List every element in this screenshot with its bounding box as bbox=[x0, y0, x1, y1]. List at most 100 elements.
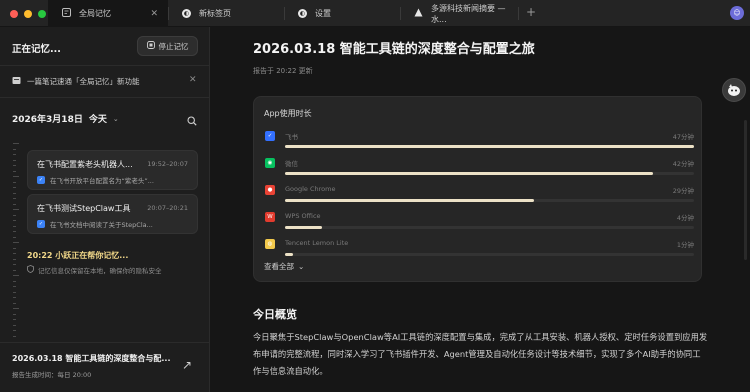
tab-global-memory[interactable]: 全局记忆 ✕ bbox=[48, 0, 168, 27]
tab-divider bbox=[518, 7, 519, 20]
report-panel: 2026.03.18 智能工具链的深度整合与配置之旅 报告于 20:22 更新 … bbox=[211, 27, 750, 392]
card-summary-text: 在飞书开放平台配置名为“紫老头”... bbox=[50, 177, 154, 185]
minimize-window-button[interactable] bbox=[24, 10, 32, 18]
timeline-tick bbox=[13, 291, 16, 293]
timeline-tick bbox=[13, 165, 16, 166]
report-link-title: 2026.03.18 智能工具链的深度整合与配... bbox=[12, 354, 171, 363]
timeline-tick bbox=[13, 236, 16, 238]
see-all-label: 查看全部 bbox=[264, 262, 294, 271]
card-title: 在飞书测试StepClaw工具 bbox=[37, 204, 131, 213]
timeline-tick bbox=[13, 214, 16, 216]
timeline-tick bbox=[13, 209, 19, 210]
app-duration: 1分钟 bbox=[676, 241, 694, 249]
divider bbox=[0, 65, 210, 66]
timeline-tick bbox=[13, 148, 16, 150]
arrow-up-right-icon: ↗ bbox=[182, 358, 193, 372]
timeline-tick bbox=[13, 187, 16, 188]
timeline-tick bbox=[13, 335, 16, 337]
timeline-tick bbox=[13, 308, 19, 309]
app-duration: 29分钟 bbox=[672, 187, 694, 195]
timeline-tick bbox=[13, 198, 16, 199]
timeline-tick bbox=[13, 225, 16, 227]
tab-label: 设置 bbox=[315, 9, 331, 18]
date-selector[interactable]: 2026年3月18日 今天 ⌄ bbox=[12, 112, 119, 126]
timeline-tick bbox=[13, 258, 16, 260]
maximize-window-button[interactable] bbox=[38, 10, 46, 18]
overview-heading: 今日概览 bbox=[253, 308, 297, 321]
card-time: 19:52–20:07 bbox=[147, 160, 188, 168]
usage-bar-fill bbox=[285, 226, 322, 229]
wps-icon: W bbox=[265, 212, 275, 222]
app-usage-row: W WPS Office 4分钟 bbox=[264, 209, 694, 235]
timeline-scale bbox=[13, 143, 19, 338]
tab-news-digest[interactable]: 多源科技新闻摘要 — 水... bbox=[400, 0, 518, 27]
timeline-tick bbox=[13, 286, 16, 287]
new-tab-button[interactable]: + bbox=[526, 5, 536, 19]
timeline-tick bbox=[13, 170, 16, 172]
tab-new-tab[interactable]: ◐ 新标签页 bbox=[168, 0, 284, 27]
profile-avatar-icon[interactable]: ☺ bbox=[730, 6, 744, 20]
note-icon bbox=[12, 76, 21, 87]
usage-bar-track bbox=[285, 253, 694, 256]
timeline-tick bbox=[13, 302, 16, 304]
privacy-note-text: 记忆信息仅保留在本地，确保你的隐私安全 bbox=[38, 267, 162, 275]
stop-icon bbox=[146, 41, 155, 51]
close-tab-icon[interactable]: ✕ bbox=[150, 9, 158, 19]
app-usage-card: App使用时长 ✓ 飞书 47分钟 ◉ 微信 42分钟 ● Google Chrome 29分钟… bbox=[253, 96, 702, 282]
sidebar-title: 正在记忆... bbox=[12, 44, 61, 55]
memory-card[interactable]: 在飞书测试StepClaw工具 20:07–20:21 ✓ 在飞书文档中阅读了关… bbox=[27, 194, 198, 234]
timeline-tick bbox=[13, 313, 16, 315]
timeline-tick bbox=[13, 247, 16, 249]
scrollbar[interactable] bbox=[744, 120, 747, 260]
timeline-tick bbox=[13, 143, 19, 144]
chevron-down-icon: ⌄ bbox=[298, 262, 305, 271]
tab-label: 全局记忆 bbox=[79, 9, 111, 18]
timeline-tick bbox=[13, 269, 16, 271]
close-window-button[interactable] bbox=[10, 10, 18, 18]
app-usage-row: ◉ 微信 42分钟 bbox=[264, 155, 694, 181]
chrome-icon: ● bbox=[265, 185, 275, 195]
settings-icon: ◐ bbox=[298, 9, 307, 18]
app-name: WPS Office bbox=[285, 212, 321, 220]
usage-bar-track bbox=[285, 199, 694, 202]
card-summary-text: 在飞书文档中阅读了关于StepCla... bbox=[50, 221, 153, 229]
usage-bar-fill bbox=[285, 199, 535, 202]
feature-note-banner[interactable]: 一篇笔记速通「全局记忆」新功能 bbox=[12, 76, 140, 87]
date-day-label: 今天 bbox=[88, 115, 107, 125]
timeline-tick bbox=[13, 297, 16, 298]
timeline-tick bbox=[13, 159, 16, 161]
memory-sidebar: 正在记忆... 停止记忆 一篇笔记速通「全局记忆」新功能 ✕ 2026年3月18… bbox=[0, 27, 210, 392]
usage-bar-track bbox=[285, 145, 694, 148]
timeline-tick bbox=[13, 330, 16, 331]
timeline-tick bbox=[13, 280, 16, 282]
timeline-tick bbox=[13, 192, 16, 194]
traffic-lights bbox=[10, 10, 46, 18]
app-name: 飞书 bbox=[285, 133, 298, 141]
search-icon[interactable] bbox=[187, 111, 197, 130]
date-label: 2026年3月18日 bbox=[12, 115, 83, 125]
usage-bar-fill bbox=[285, 145, 694, 148]
timeline-tick bbox=[13, 176, 19, 177]
timeline-tick bbox=[13, 220, 16, 221]
tab-settings[interactable]: ◐ 设置 bbox=[284, 0, 400, 27]
triangle-logo-icon bbox=[414, 8, 423, 19]
timeline-tick bbox=[13, 154, 16, 155]
app-duration: 47分钟 bbox=[672, 133, 694, 141]
feishu-icon: ✓ bbox=[37, 220, 45, 228]
see-all-button[interactable]: 查看全部 ⌄ bbox=[264, 261, 304, 272]
tab-label: 多源科技新闻摘要 — 水... bbox=[431, 3, 506, 24]
daily-report-link[interactable]: 2026.03.18 智能工具链的深度整合与配... 报告生成时间：每日 20:… bbox=[0, 342, 210, 392]
current-memory-status: 20:22 小跃正在帮你记忆... bbox=[27, 251, 129, 260]
memory-card[interactable]: 在飞书配置紫老头机器人... 19:52–20:07 ✓ 在飞书开放平台配置名为… bbox=[27, 150, 198, 190]
banner-text: 一篇笔记速通「全局记忆」新功能 bbox=[27, 77, 140, 86]
browser-icon: ◐ bbox=[182, 9, 191, 18]
timeline-tick bbox=[13, 242, 19, 243]
app-usage-row: ✓ 飞书 47分钟 bbox=[264, 128, 694, 154]
app-usage-row: ◍ Tencent Lemon Lite 1分钟 bbox=[264, 236, 694, 262]
stop-memory-button[interactable]: 停止记忆 bbox=[137, 36, 198, 56]
report-updated-time: 报告于 20:22 更新 bbox=[253, 67, 313, 75]
lemon-icon: ◍ bbox=[265, 239, 275, 249]
assistant-avatar-icon[interactable] bbox=[722, 78, 746, 102]
close-banner-icon[interactable]: ✕ bbox=[189, 75, 197, 85]
app-duration: 4分钟 bbox=[676, 214, 694, 222]
